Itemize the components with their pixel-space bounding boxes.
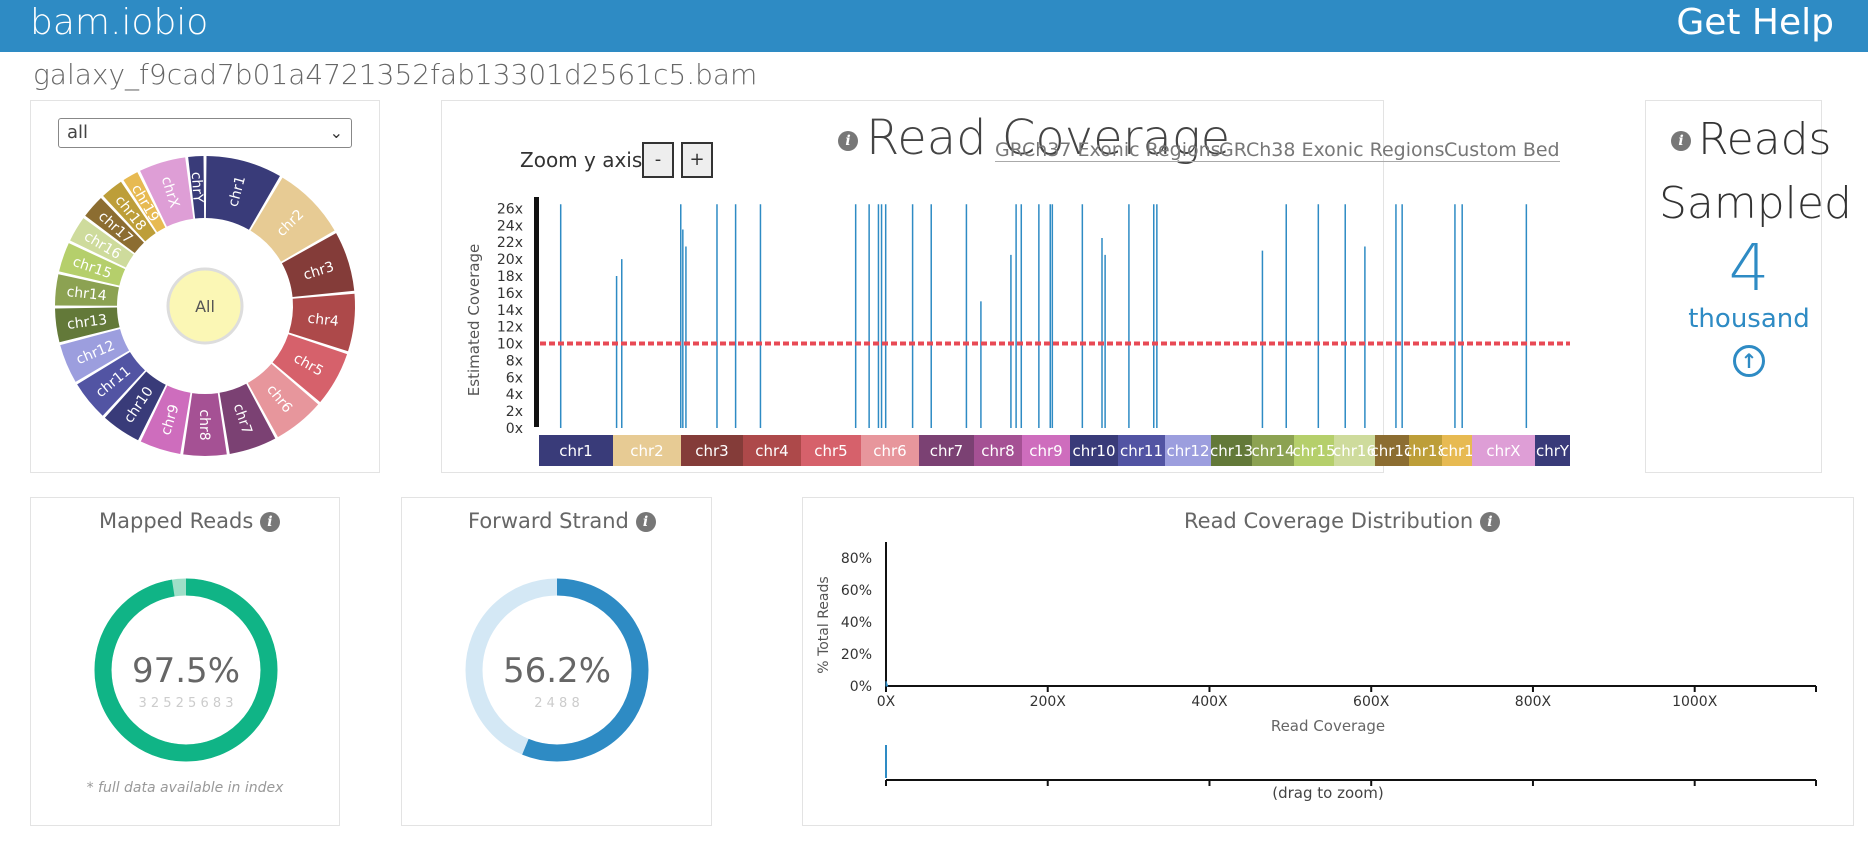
coverage-y-tick: 2x bbox=[506, 404, 523, 420]
coverage-y-tick: 24x bbox=[497, 218, 523, 234]
info-icon[interactable]: i bbox=[1671, 131, 1691, 151]
coverage-distribution-title: Read Coverage Distribution i bbox=[1184, 509, 1500, 533]
distribution-y-label: % Total Reads bbox=[816, 576, 832, 673]
chrom-band-label: chr10 bbox=[1072, 442, 1115, 460]
chrom-band-label: chr14 bbox=[1251, 442, 1294, 460]
info-icon[interactable]: i bbox=[1479, 512, 1500, 532]
distribution-x-tick: 1000X bbox=[1672, 694, 1718, 710]
coverage-y-tick: 22x bbox=[497, 235, 523, 251]
chrom-band-label: chr3 bbox=[695, 442, 728, 460]
chrom-band-label: chrY bbox=[1536, 442, 1570, 460]
distribution-y-tick: 80% bbox=[841, 551, 872, 567]
grch38-exonic-link[interactable]: GRCh38 Exonic Regions bbox=[1219, 139, 1445, 162]
chrom-band-label: chr5 bbox=[814, 442, 847, 460]
info-icon[interactable]: i bbox=[259, 512, 280, 532]
coverage-y-tick: 0x bbox=[506, 421, 523, 437]
chromosome-select[interactable]: all ⌄ bbox=[58, 118, 352, 148]
coverage-y-tick: 8x bbox=[506, 353, 523, 369]
info-icon[interactable]: i bbox=[635, 512, 656, 532]
zoom-out-button[interactable]: - bbox=[642, 142, 674, 178]
chromosome-wheel[interactable]: chr1chr2chr3chr4chr5chr6chr7chr8chr9chr1… bbox=[45, 146, 365, 466]
chrom-band-label: chr7 bbox=[930, 442, 963, 460]
wheel-center-label: All bbox=[195, 297, 215, 316]
distribution-x-tick: 0X bbox=[877, 694, 896, 710]
forward-strand-title-text: Forward Strand bbox=[468, 509, 629, 533]
forward-strand-donut: 56.2% 2 4 8 8 bbox=[465, 578, 649, 762]
coverage-y-tick: 20x bbox=[497, 252, 523, 268]
top-bar: bam.iobio Get Help bbox=[0, 0, 1868, 52]
coverage-distribution-chart[interactable]: % Total Reads 0% 20% 40% 60% 80% 0X 200X 400X 6… bbox=[810, 540, 1850, 810]
wheel-label: chrY bbox=[188, 171, 206, 203]
chrom-band-label: chr8 bbox=[981, 442, 1014, 460]
file-name: galaxy_f9cad7b01a4721352fab13301d2561c5.… bbox=[33, 58, 758, 91]
distribution-x-label: Read Coverage bbox=[1271, 717, 1385, 735]
chrom-band-label: chr12 bbox=[1166, 442, 1209, 460]
forward-strand-percent: 56.2% bbox=[503, 651, 611, 691]
info-icon[interactable]: i bbox=[838, 131, 858, 151]
forward-strand-title: Forward Strand i bbox=[468, 509, 656, 533]
chrom-band-label: chr2 bbox=[630, 442, 663, 460]
reads-sampled-title-2: Sampled bbox=[1659, 178, 1852, 229]
reads-sampled-unit: thousand bbox=[1688, 304, 1810, 334]
distribution-y-tick: 20% bbox=[841, 647, 872, 663]
chrom-band-label: chr9 bbox=[1029, 442, 1062, 460]
brush-label: (drag to zoom) bbox=[1272, 784, 1384, 802]
chrom-band-label: chr11 bbox=[1120, 442, 1163, 460]
chrom-band-label: chr1 bbox=[559, 442, 592, 460]
coverage-y-tick: 4x bbox=[506, 387, 523, 403]
chromosome-select-value: all bbox=[67, 122, 89, 143]
coverage-distribution-title-text: Read Coverage Distribution bbox=[1184, 509, 1474, 533]
distribution-x-tick: 200X bbox=[1030, 694, 1067, 710]
chrom-band-label: chr6 bbox=[873, 442, 906, 460]
coverage-y-tick: 6x bbox=[506, 370, 523, 386]
chrom-band-label: chr1 bbox=[1440, 442, 1473, 460]
coverage-y-axis bbox=[534, 197, 539, 427]
zoom-in-button[interactable]: + bbox=[681, 142, 713, 178]
grch37-exonic-link[interactable]: GRCh37 Exonic Regions bbox=[995, 139, 1221, 162]
distribution-y-tick: 0% bbox=[850, 679, 872, 695]
mapped-reads-count: 3 2 5 2 5 6 8 3 bbox=[138, 696, 233, 711]
distribution-x-tick: 400X bbox=[1191, 694, 1228, 710]
distribution-x-tick: 800X bbox=[1515, 694, 1552, 710]
reads-sampled-count: 4 bbox=[1728, 232, 1770, 306]
distribution-x-tick: 600X bbox=[1353, 694, 1390, 710]
read-coverage-chart[interactable]: Estimated Coverage 0x2x4x6x8x10x12x14x16… bbox=[450, 175, 1570, 475]
mapped-reads-percent: 97.5% bbox=[132, 651, 240, 691]
coverage-y-tick: 26x bbox=[497, 201, 523, 217]
index-note: * full data available in index bbox=[86, 780, 284, 796]
arrow-up-circle-icon[interactable]: ↑ bbox=[1733, 345, 1765, 377]
chrom-band-label: chr15 bbox=[1292, 442, 1335, 460]
coverage-y-tick: 10x bbox=[497, 337, 523, 353]
distribution-y-tick: 40% bbox=[841, 615, 872, 631]
distribution-y-tick: 60% bbox=[841, 583, 872, 599]
mapped-reads-title-text: Mapped Reads bbox=[99, 509, 254, 533]
coverage-y-tick: 16x bbox=[497, 286, 523, 302]
get-help-link[interactable]: Get Help bbox=[1676, 0, 1834, 46]
chrom-band-label: chr4 bbox=[755, 442, 788, 460]
custom-bed-link[interactable]: Custom Bed bbox=[1444, 139, 1560, 162]
mapped-reads-donut: 97.5% 3 2 5 2 5 6 8 3 bbox=[94, 578, 278, 762]
coverage-y-tick: 18x bbox=[497, 269, 523, 285]
wheel-label: chr8 bbox=[196, 409, 212, 440]
coverage-y-tick: 12x bbox=[497, 320, 523, 336]
mapped-reads-title: Mapped Reads i bbox=[99, 509, 280, 533]
reads-sampled-title-1: Reads bbox=[1698, 114, 1832, 165]
coverage-y-tick: 14x bbox=[497, 303, 523, 319]
chrom-band-label: chr13 bbox=[1210, 442, 1253, 460]
chrom-band-label: chrX bbox=[1486, 442, 1520, 460]
coverage-y-label: Estimated Coverage bbox=[465, 244, 483, 396]
zoom-y-label: Zoom y axis bbox=[520, 148, 643, 172]
forward-strand-count: 2 4 8 8 bbox=[534, 696, 579, 711]
chevron-down-icon: ⌄ bbox=[329, 123, 343, 142]
app-brand[interactable]: bam.iobio bbox=[30, 0, 208, 46]
